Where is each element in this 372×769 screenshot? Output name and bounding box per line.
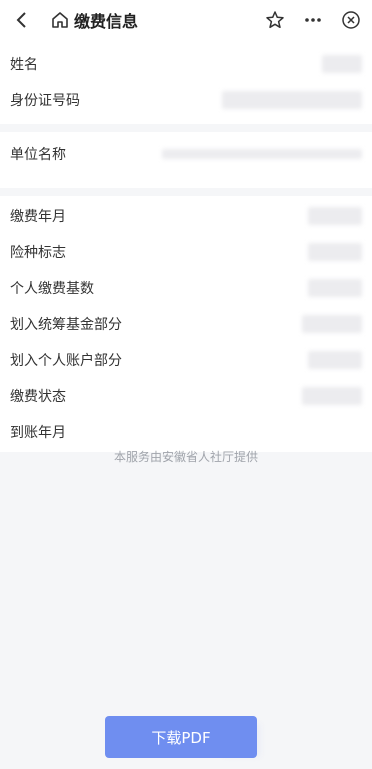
value-redacted bbox=[308, 243, 362, 261]
personal-account-label: 划入个人账户部分 bbox=[10, 353, 122, 369]
payment-item-row: 险种标志 bbox=[0, 234, 372, 270]
id-row: 身份证号码 bbox=[0, 82, 372, 118]
contribution-base-label: 个人缴费基数 bbox=[10, 281, 94, 297]
value-redacted bbox=[302, 315, 362, 333]
payment-item-row: 划入个人账户部分 bbox=[0, 342, 372, 378]
id-value-redacted bbox=[222, 91, 362, 109]
download-pdf-button[interactable]: 下载PDF bbox=[105, 716, 257, 758]
name-label: 姓名 bbox=[10, 57, 38, 73]
personal-info-section: 姓名 身份证号码 bbox=[0, 40, 372, 124]
more-dots-icon bbox=[305, 18, 321, 22]
name-row: 姓名 bbox=[0, 46, 372, 82]
payment-section: 缴费年月 险种标志 个人缴费基数 划入统筹基金部分 划入个人账户部分 缴费状态 … bbox=[0, 196, 372, 452]
unit-label: 单位名称 bbox=[10, 147, 66, 163]
payment-item-row: 个人缴费基数 bbox=[0, 270, 372, 306]
star-icon bbox=[266, 11, 284, 29]
favorite-button[interactable] bbox=[264, 9, 286, 31]
close-circle-icon bbox=[342, 11, 360, 29]
value-redacted bbox=[308, 351, 362, 369]
value-redacted bbox=[302, 387, 362, 405]
name-value-redacted bbox=[322, 55, 362, 73]
insurance-type-label: 险种标志 bbox=[10, 245, 66, 261]
unit-row: 单位名称 bbox=[0, 136, 372, 172]
arrival-month-label: 到账年月 bbox=[10, 425, 66, 441]
value-redacted bbox=[308, 207, 362, 225]
id-label: 身份证号码 bbox=[10, 93, 80, 109]
payment-status-label: 缴费状态 bbox=[10, 389, 66, 405]
value-redacted bbox=[308, 279, 362, 297]
more-button[interactable] bbox=[302, 9, 324, 31]
provider-note: 本服务由安徽省人社厅提供 bbox=[113, 450, 258, 464]
chevron-left-icon bbox=[16, 12, 26, 28]
payment-item-row: 到账年月 bbox=[0, 414, 372, 450]
payment-month-label: 缴费年月 bbox=[10, 209, 66, 225]
pooled-fund-label: 划入统筹基金部分 bbox=[10, 317, 122, 333]
employer-section: 单位名称 bbox=[0, 132, 372, 188]
payment-item-row: 缴费年月 bbox=[0, 198, 372, 234]
payment-item-row: 缴费状态 bbox=[0, 378, 372, 414]
back-button[interactable] bbox=[10, 8, 34, 32]
payment-item-row: 划入统筹基金部分 bbox=[0, 306, 372, 342]
unit-value-redacted bbox=[162, 149, 362, 159]
nav-bar: 缴费信息 bbox=[0, 0, 372, 40]
home-icon[interactable] bbox=[50, 10, 70, 30]
close-button[interactable] bbox=[340, 9, 362, 31]
page-title: 缴费信息 bbox=[74, 12, 139, 31]
